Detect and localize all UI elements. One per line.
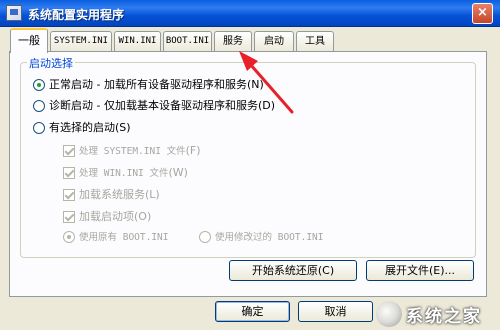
normal-startup-radio[interactable] (33, 79, 45, 91)
tab-system-ini[interactable]: SYSTEM.INI (50, 31, 112, 51)
process-win-ini-label: 处理 WIN.INI 文件 (79, 168, 169, 179)
tab-general[interactable]: 一般 (10, 28, 48, 53)
process-system-ini-label: 处理 SYSTEM.INI 文件 (79, 146, 186, 157)
startup-selection-title: 启动选择 (27, 55, 75, 71)
diagnostic-startup-radio[interactable] (33, 100, 45, 112)
load-system-services-label: 加载系统服务 (79, 188, 145, 201)
selective-startup-key: (S) (115, 121, 131, 134)
use-original-boot-ini-option[interactable]: 使用原有 BOOT.INI (63, 229, 168, 245)
process-win-ini-checkbox[interactable] (63, 167, 75, 179)
tab-tools[interactable]: 工具 (296, 31, 334, 51)
startup-selection-group: 启动选择 正常启动 - 加载所有设备驱动程序和服务(N) 诊断启动 - 仅加载基… (20, 55, 476, 258)
selective-startup-radio[interactable] (33, 122, 45, 134)
ok-button[interactable]: 确定 (215, 301, 290, 322)
normal-startup-label: 正常启动 - 加载所有设备驱动程序和服务 (49, 78, 247, 91)
load-startup-items-checkbox[interactable] (63, 211, 75, 223)
process-system-ini-checkbox[interactable] (63, 145, 75, 157)
use-modified-boot-ini-label: 使用修改过的 BOOT.INI (215, 232, 324, 243)
app-icon (6, 5, 22, 21)
load-system-services-option[interactable]: 加载系统服务(L) (63, 187, 160, 203)
use-modified-boot-ini-option[interactable]: 使用修改过的 BOOT.INI (199, 229, 323, 245)
load-startup-items-key: (O) (134, 210, 152, 223)
watermark: 系统之家 (376, 298, 496, 328)
process-system-ini-key: (F) (185, 144, 201, 157)
normal-startup-option[interactable]: 正常启动 - 加载所有设备驱动程序和服务(N) (33, 77, 264, 93)
tab-services[interactable]: 服务 (214, 31, 252, 51)
selective-startup-option[interactable]: 有选择的启动(S) (33, 120, 131, 136)
diagnostic-startup-key: (D) (257, 99, 276, 112)
load-system-services-key: (L) (145, 188, 160, 201)
window-title: 系统配置实用程序 (28, 8, 125, 22)
process-win-ini-option[interactable]: 处理 WIN.INI 文件(W) (63, 165, 188, 181)
use-original-boot-ini-radio[interactable] (63, 231, 75, 243)
process-win-ini-key: (W) (168, 166, 188, 179)
tab-startup[interactable]: 启动 (254, 31, 294, 51)
title-bar[interactable]: 系统配置实用程序 × (0, 0, 500, 27)
diagnostic-startup-label: 诊断启动 - 仅加载基本设备驱动程序和服务 (49, 99, 258, 112)
start-system-restore-button[interactable]: 开始系统还原(C) (229, 260, 357, 281)
watermark-text: 系统之家 (406, 307, 482, 327)
load-startup-items-option[interactable]: 加载启动项(O) (63, 209, 151, 225)
load-startup-items-label: 加载启动项 (79, 210, 134, 223)
use-original-boot-ini-label: 使用原有 BOOT.INI (79, 232, 169, 243)
use-modified-boot-ini-radio[interactable] (199, 231, 211, 243)
process-system-ini-option[interactable]: 处理 SYSTEM.INI 文件(F) (63, 143, 201, 159)
watermark-logo-icon (376, 301, 402, 327)
normal-startup-key: (N) (246, 78, 264, 91)
diagnostic-startup-option[interactable]: 诊断启动 - 仅加载基本设备驱动程序和服务(D) (33, 98, 275, 114)
selective-startup-label: 有选择的启动 (49, 121, 115, 134)
tab-boot-ini[interactable]: BOOT.INI (163, 31, 212, 51)
tab-win-ini[interactable]: WIN.INI (114, 31, 161, 51)
expand-file-button[interactable]: 展开文件(E)... (366, 260, 474, 281)
general-tab-panel: 启动选择 正常启动 - 加载所有设备驱动程序和服务(N) 诊断启动 - 仅加载基… (9, 51, 487, 297)
close-button[interactable]: × (472, 3, 493, 24)
cancel-button[interactable]: 取消 (298, 301, 373, 322)
load-system-services-checkbox[interactable] (63, 189, 75, 201)
